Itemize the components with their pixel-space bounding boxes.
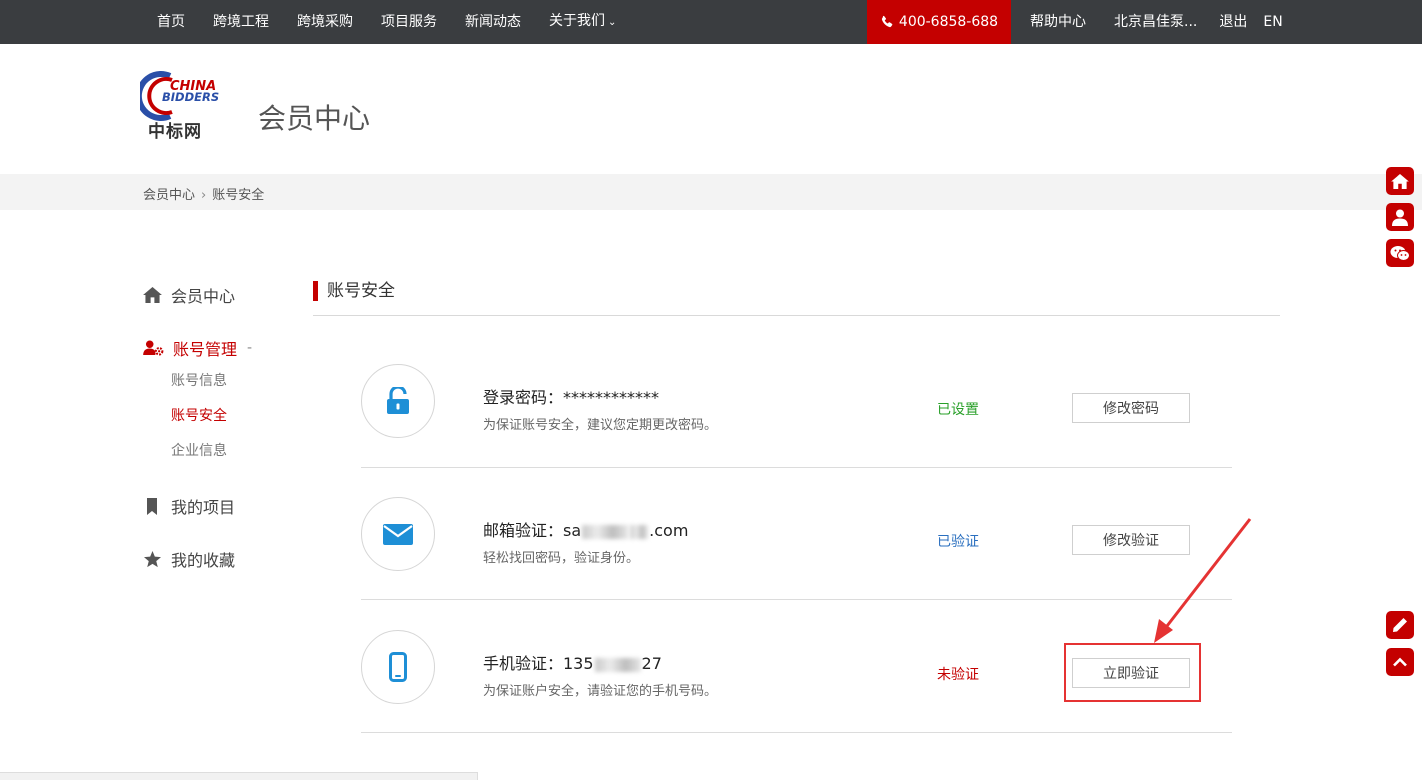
breadcrumb-home[interactable]: 会员中心 xyxy=(143,188,195,203)
bottom-notification-bar xyxy=(0,772,478,780)
float-user-button[interactable] xyxy=(1386,203,1414,231)
sidebar-item-label: 我的收藏 xyxy=(171,551,236,570)
nav-help-center[interactable]: 帮助中心 xyxy=(1016,0,1100,44)
nav-project-services[interactable]: 项目服务 xyxy=(367,0,451,44)
sidebar-item-my-favorites[interactable]: 我的收藏 xyxy=(143,547,235,571)
nav-about-us-label: 关于我们 xyxy=(549,13,605,29)
icon-circle xyxy=(361,630,435,704)
chevron-down-icon: ⌄ xyxy=(608,17,617,28)
row-divider xyxy=(361,599,1232,600)
security-row-email: 邮箱验证：sa .com 轻松找回密码，验证身份。 已验证 修改验证 xyxy=(361,468,1232,600)
email-desc: 轻松找回密码，验证身份。 xyxy=(483,551,640,566)
password-desc: 为保证账号安全，建议您定期更改密码。 xyxy=(483,418,718,433)
sidebar-item-account-management[interactable]: 账号管理 - xyxy=(143,336,252,360)
highlight-box xyxy=(1064,643,1201,702)
redacted-blur xyxy=(630,524,649,539)
user-gear-icon xyxy=(143,340,164,356)
home-icon xyxy=(1391,173,1409,189)
annotation-arrow xyxy=(1154,518,1252,643)
phone-number: 400-6858-688 xyxy=(898,14,999,30)
breadcrumb-separator: › xyxy=(201,188,207,203)
envelope-icon xyxy=(383,523,413,545)
mobile-label-prefix: 手机验证：135 xyxy=(483,654,594,673)
star-icon xyxy=(144,550,161,567)
bookmark-icon xyxy=(147,497,157,515)
float-back-to-top-button[interactable] xyxy=(1386,648,1414,676)
nav-company-name[interactable]: 北京昌佳泵... xyxy=(1100,0,1211,44)
security-row-password: 登录密码：************ 为保证账号安全，建议您定期更改密码。 已设置… xyxy=(361,336,1232,468)
sidebar-subitem-account-security[interactable]: 账号安全 xyxy=(171,405,227,425)
float-wechat-button[interactable] xyxy=(1386,239,1414,267)
sidebar-item-label: 账号管理 xyxy=(173,340,238,359)
nav-news[interactable]: 新闻动态 xyxy=(451,0,535,44)
float-home-button[interactable] xyxy=(1386,167,1414,195)
redacted-blur xyxy=(582,524,629,539)
mobile-label-suffix: 27 xyxy=(641,654,662,673)
icon-circle xyxy=(361,497,435,571)
nav-cross-border-engineering[interactable]: 跨境工程 xyxy=(199,0,283,44)
sidebar-item-member-center[interactable]: 会员中心 xyxy=(143,283,235,307)
logo-text: 中标网 xyxy=(148,122,202,142)
sidebar-subitem-account-info[interactable]: 账号信息 xyxy=(171,370,227,390)
status-badge: 已设置 xyxy=(937,402,979,418)
breadcrumb: 会员中心 › 账号安全 xyxy=(143,184,264,203)
sidebar-item-my-projects[interactable]: 我的项目 xyxy=(143,494,235,518)
redacted-blur xyxy=(594,657,641,672)
pencil-icon xyxy=(1393,618,1407,632)
unlock-icon xyxy=(387,387,409,414)
top-nav-bar: 首页 跨境工程 跨境采购 项目服务 新闻动态 关于我们 ⌄ 400-6858-68… xyxy=(0,0,1422,44)
section-divider xyxy=(313,315,1280,316)
home-icon xyxy=(143,287,162,303)
float-edit-button[interactable] xyxy=(1386,611,1414,639)
main-nav: 首页 跨境工程 跨境采购 项目服务 新闻动态 关于我们 ⌄ xyxy=(143,0,630,44)
chevron-up-icon xyxy=(1393,657,1407,667)
status-badge: 已验证 xyxy=(937,534,979,550)
nav-about-us[interactable]: 关于我们 ⌄ xyxy=(535,0,630,45)
row-divider xyxy=(361,732,1232,733)
mobile-icon xyxy=(389,652,407,682)
wechat-icon xyxy=(1390,245,1410,261)
email-label: 邮箱验证：sa .com xyxy=(483,517,688,541)
email-label-prefix: 邮箱验证：sa xyxy=(483,521,582,540)
phone-icon xyxy=(881,15,893,28)
icon-circle xyxy=(361,364,435,438)
phone-hotline[interactable]: 400-6858-688 xyxy=(867,0,1011,44)
email-label-suffix: .com xyxy=(649,521,689,540)
breadcrumb-current: 账号安全 xyxy=(212,188,265,203)
sidebar-subitem-company-info[interactable]: 企业信息 xyxy=(171,440,227,460)
mobile-label: 手机验证：135 27 xyxy=(483,650,662,674)
nav-cross-border-procurement[interactable]: 跨境采购 xyxy=(283,0,367,44)
user-nav: 帮助中心 北京昌佳泵... 退出 EN xyxy=(1016,0,1291,44)
sidebar-item-label: 我的项目 xyxy=(171,498,236,517)
mobile-desc: 为保证账户安全，请验证您的手机号码。 xyxy=(483,684,718,699)
nav-english[interactable]: EN xyxy=(1255,0,1290,44)
status-badge: 未验证 xyxy=(937,667,979,683)
svg-text:BIDDERS: BIDDERS xyxy=(162,90,219,104)
nav-home[interactable]: 首页 xyxy=(143,0,199,44)
nav-logout[interactable]: 退出 xyxy=(1211,0,1255,44)
user-icon xyxy=(1392,209,1408,226)
password-label: 登录密码：************ xyxy=(483,388,660,407)
change-password-button[interactable]: 修改密码 xyxy=(1072,393,1190,423)
sidebar-item-label: 会员中心 xyxy=(171,287,236,306)
section-title: 账号安全 xyxy=(313,281,395,301)
page-title: 会员中心 xyxy=(258,102,371,135)
collapse-toggle[interactable]: - xyxy=(247,340,252,356)
